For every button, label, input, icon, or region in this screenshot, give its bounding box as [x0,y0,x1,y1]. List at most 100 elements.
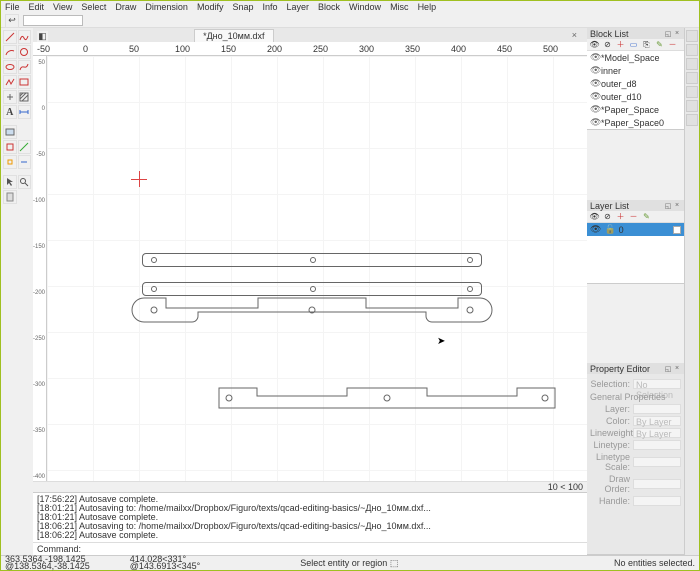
prop-lineweight-field[interactable]: By Layer [633,428,681,438]
info-tool-icon[interactable] [18,155,32,169]
menu-misc[interactable]: Misc [390,2,409,12]
line-tool-icon[interactable] [3,30,17,44]
back-icon[interactable]: ↩ [5,14,19,28]
snap-tool-icon[interactable] [3,155,17,169]
menu-info[interactable]: Info [263,2,278,12]
menu-view[interactable]: View [53,2,72,12]
drawing-canvas[interactable]: ➤ [47,56,587,481]
canvas-grid [47,56,587,481]
block-row[interactable]: 👁outer_d10 [587,90,684,103]
panel-close-icon[interactable]: × [673,30,681,38]
menu-dimension[interactable]: Dimension [145,2,188,12]
prop-ltscale-field[interactable] [633,457,681,467]
panel-float-icon[interactable]: ◱ [664,365,672,373]
color-swatch[interactable] [673,226,681,234]
rect-tool-icon[interactable] [18,75,32,89]
point-tool-icon[interactable] [3,90,17,104]
ellipse-tool-icon[interactable] [3,60,17,74]
statusbar: 363.5364,-198.1425@138.5364,-38.1425 414… [1,555,699,570]
menu-draw[interactable]: Draw [115,2,136,12]
prop-draworder-field[interactable] [633,479,681,489]
block-row[interactable]: 👁*Paper_Space [587,103,684,116]
prop-linetype-field[interactable] [633,440,681,450]
circle-tool-icon[interactable] [18,45,32,59]
rel-polar-coords: @143.6913<345° [130,563,201,570]
eye-icon[interactable]: 👁 [590,91,598,102]
view-tool-icon[interactable] [18,175,32,189]
modify-tool-icon[interactable] [3,140,17,154]
eye-icon[interactable]: 👁 [590,224,601,235]
add-block-icon[interactable]: ＋ [616,40,625,49]
panel-title: Layer List [590,201,629,211]
clipboard-tool-icon[interactable] [3,190,17,204]
strip-btn[interactable] [686,72,698,84]
strip-btn[interactable] [686,44,698,56]
panel-title: Property Editor [590,364,650,374]
hide-icon[interactable]: ⊘ [603,212,612,221]
eye-icon[interactable]: 👁 [590,52,598,63]
document-tab[interactable]: *Дно_10мм.dxf [194,29,273,42]
delete-block-icon[interactable]: － [668,40,677,49]
prop-color-field[interactable]: By Layer [633,416,681,426]
lock-icon[interactable]: 🔓 [604,224,615,235]
panel-float-icon[interactable]: ◱ [664,202,672,210]
spline-tool-icon[interactable] [18,60,32,74]
menu-modify[interactable]: Modify [197,2,224,12]
panel-close-icon[interactable]: × [673,202,681,210]
menu-block[interactable]: Block [318,2,340,12]
menu-file[interactable]: File [5,2,20,12]
eye-icon[interactable]: 👁 [590,117,598,128]
block-row[interactable]: 👁*Paper_Space0 [587,116,684,129]
menu-layer[interactable]: Layer [287,2,310,12]
strip-btn[interactable] [686,86,698,98]
text-tool-icon[interactable]: A [3,105,17,119]
visibility-icon[interactable]: 👁 [590,40,599,49]
panel-close-icon[interactable]: × [673,365,681,373]
panel-float-icon[interactable]: ◱ [664,30,672,38]
eye-icon[interactable]: 👁 [590,78,598,89]
selection-status: No entities selected. [614,560,695,567]
eye-icon[interactable]: 👁 [590,65,598,76]
block-toolbar: 👁 ⊘ ＋ ▭ ⎘ ✎ － [587,39,684,51]
dimension-tool-icon[interactable] [18,105,32,119]
menu-edit[interactable]: Edit [29,2,45,12]
hatch-tool-icon[interactable] [18,90,32,104]
prop-layer-field[interactable] [633,404,681,414]
menu-select[interactable]: Select [81,2,106,12]
layer-list-panel: Layer List ◱× 👁 ⊘ ＋ － ✎ 👁🔓0 [587,200,684,284]
menu-snap[interactable]: Snap [232,2,253,12]
select-tool-icon[interactable] [3,175,17,189]
measure-tool-icon[interactable] [18,140,32,154]
polyline-tool-icon[interactable] [3,75,17,89]
strip-btn[interactable] [686,100,698,112]
block-row[interactable]: 👁inner [587,64,684,77]
menu-help[interactable]: Help [418,2,437,12]
insert-block-icon[interactable]: ⎘ [642,40,651,49]
layer-row[interactable]: 👁🔓0 [587,223,684,236]
layer-toolbar: 👁 ⊘ ＋ － ✎ [587,211,684,223]
delete-layer-icon[interactable]: － [629,212,638,221]
edit-layer-icon[interactable]: ✎ [642,212,651,221]
hide-icon[interactable]: ⊘ [603,40,612,49]
rename-block-icon[interactable]: ✎ [655,40,664,49]
edit-block-icon[interactable]: ▭ [629,40,638,49]
strip-btn[interactable] [686,30,698,42]
toolbar-top: ↩ [1,14,699,28]
tab-close-icon[interactable]: × [566,28,583,42]
menu-window[interactable]: Window [349,2,381,12]
arc-tool-icon[interactable] [3,45,17,59]
tab-home-icon[interactable]: ◧ [37,31,48,42]
strip-btn[interactable] [686,114,698,126]
block-row[interactable]: 👁outer_d8 [587,77,684,90]
strip-btn[interactable] [686,58,698,70]
eye-icon[interactable]: 👁 [590,104,598,115]
add-layer-icon[interactable]: ＋ [616,212,625,221]
freehand-tool-icon[interactable] [18,30,32,44]
image-tool-icon[interactable] [3,125,17,139]
prop-handle-field[interactable] [633,496,681,506]
state-dropdown[interactable] [23,15,83,26]
command-input[interactable] [85,545,583,554]
block-row[interactable]: 👁*Model_Space [587,51,684,64]
selection-dropdown[interactable]: No Selection [633,379,681,389]
visibility-icon[interactable]: 👁 [590,212,599,221]
